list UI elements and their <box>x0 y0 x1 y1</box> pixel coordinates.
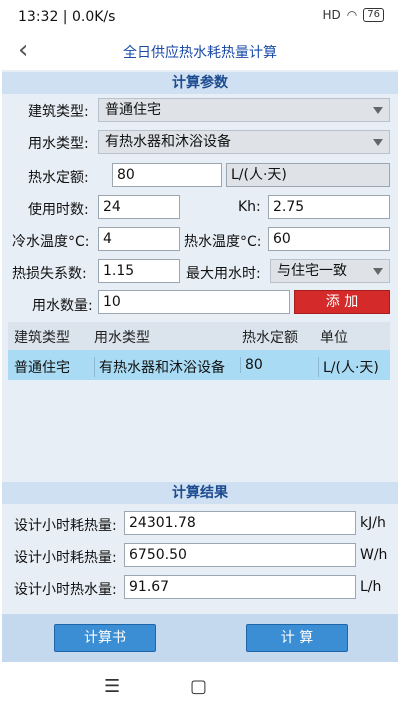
table-cell-water: 有热水器和沐浴设备 <box>94 357 225 377</box>
hot-temp-input[interactable]: 60 <box>268 227 390 251</box>
params-section-title: 计算参数 <box>2 72 398 94</box>
result-label-2: 设计小时耗热量: <box>14 550 117 566</box>
table-header-unit: 单位 <box>320 330 348 346</box>
result-label-1: 设计小时耗热量: <box>14 518 117 534</box>
max-time-value: 与住宅一致 <box>277 263 347 279</box>
results-section-title: 计算结果 <box>2 482 398 504</box>
kh-label: Kh: <box>238 199 261 215</box>
status-icons: HD ◠ 76 <box>323 8 384 22</box>
hours-label: 使用时数: <box>28 202 89 218</box>
table-cell-unit: L/(人·天) <box>318 357 379 377</box>
result-value-1: 24301.78 <box>124 511 356 535</box>
result-label-3: 设计小时热水量: <box>14 582 117 598</box>
building-type-select[interactable]: 普通住宅 <box>98 98 390 122</box>
table-cell-building: 普通住宅 <box>14 360 70 376</box>
water-type-label: 用水类型: <box>28 136 89 152</box>
battery-icon: 76 <box>363 8 384 22</box>
cold-temp-input[interactable]: 4 <box>98 227 180 251</box>
table-cell-quota: 80 <box>240 357 263 373</box>
table-header: 建筑类型 用水类型 热水定额 单位 <box>8 322 390 350</box>
max-time-label: 最大用水时: <box>186 266 261 282</box>
cold-temp-label: 冷水温度°C: <box>12 234 90 250</box>
water-type-value: 有热水器和沐浴设备 <box>105 134 231 150</box>
wifi-icon: ◠ <box>346 8 358 22</box>
hot-temp-label: 热水温度°C: <box>184 234 262 250</box>
building-type-value: 普通住宅 <box>105 102 161 118</box>
signal-icon: HD <box>322 8 341 22</box>
menu-icon[interactable]: ☰ <box>104 676 120 697</box>
table-header-building: 建筑类型 <box>14 330 70 346</box>
result-unit-3: L/h <box>360 579 382 595</box>
count-label: 用水数量: <box>32 298 93 314</box>
chevron-down-icon <box>373 139 383 146</box>
status-time: 13:32 | 0.0K/s <box>18 9 116 25</box>
result-value-3: 91.67 <box>124 575 356 599</box>
page-title: 全日供应热水耗热量计算 <box>123 45 277 61</box>
table-header-quota: 热水定额 <box>242 330 298 346</box>
kh-input[interactable]: 2.75 <box>268 195 390 219</box>
result-unit-1: kJ/h <box>360 515 386 531</box>
chevron-down-icon <box>373 107 383 114</box>
hours-input[interactable]: 24 <box>98 195 180 219</box>
quota-input[interactable]: 80 <box>112 163 222 187</box>
home-icon[interactable]: ▢ <box>190 676 207 697</box>
report-button[interactable]: 计算书 <box>54 624 156 652</box>
add-button[interactable]: 添 加 <box>294 290 390 314</box>
quota-label: 热水定额: <box>28 170 89 186</box>
result-value-2: 6750.50 <box>124 543 356 567</box>
loss-label: 热损失系数: <box>12 266 87 282</box>
chevron-down-icon <box>373 268 383 275</box>
water-type-select[interactable]: 有热水器和沐浴设备 <box>98 130 390 154</box>
loss-input[interactable]: 1.15 <box>98 259 180 283</box>
table-row[interactable]: 普通住宅 有热水器和沐浴设备 80 L/(人·天) <box>8 350 390 380</box>
quota-unit: L/(人·天) <box>226 163 390 187</box>
calculate-button[interactable]: 计 算 <box>246 624 348 652</box>
table-header-water: 用水类型 <box>94 330 150 346</box>
max-time-select[interactable]: 与住宅一致 <box>270 259 390 283</box>
result-unit-2: W/h <box>360 547 388 563</box>
building-type-label: 建筑类型: <box>28 104 89 120</box>
count-input[interactable]: 10 <box>98 290 290 314</box>
